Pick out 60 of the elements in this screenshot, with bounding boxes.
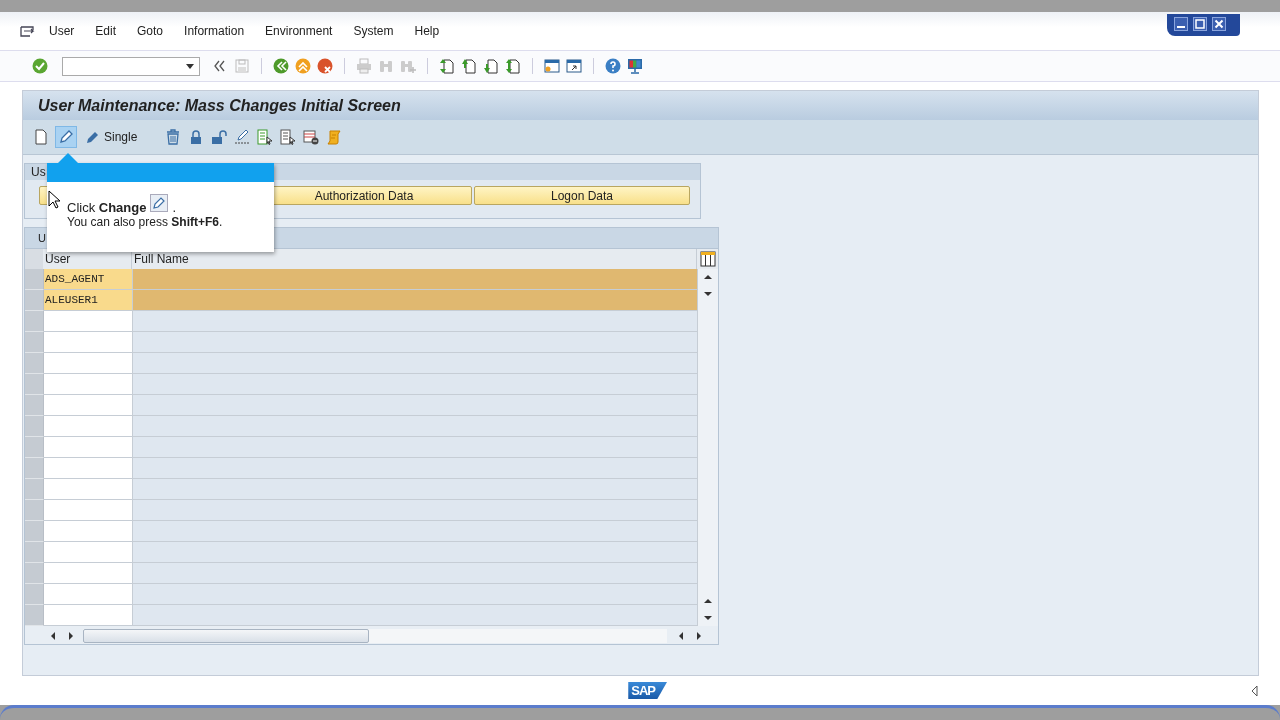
tab-button[interactable]: Logon Data [474, 186, 690, 205]
back-icon[interactable] [273, 58, 289, 74]
column-settings-icon[interactable] [700, 251, 716, 267]
new-document-icon[interactable] [33, 129, 49, 145]
edit-icon[interactable] [234, 129, 251, 145]
help-icon[interactable] [605, 58, 621, 74]
close-icon[interactable] [1212, 17, 1226, 31]
menu-item[interactable]: System [353, 24, 394, 38]
last-page-icon[interactable] [505, 58, 521, 74]
scroll-right-icon[interactable] [67, 631, 75, 641]
next-page-icon[interactable] [483, 58, 499, 74]
menu-item[interactable]: Help [414, 24, 440, 38]
list-cursor-icon[interactable] [257, 129, 274, 145]
logo: SAP [628, 682, 667, 699]
shortcut-window-icon[interactable] [566, 58, 582, 74]
menu-icon[interactable] [20, 24, 35, 38]
table-remove-icon[interactable] [303, 129, 320, 145]
pencil-icon [85, 129, 101, 145]
scrollbar-track[interactable] [83, 629, 667, 643]
monitor-icon[interactable] [627, 58, 643, 74]
tooltip-text: . [172, 200, 177, 215]
exit-icon[interactable] [295, 58, 311, 74]
scroll-down-icon[interactable] [703, 290, 713, 298]
scroll-right-icon[interactable] [695, 631, 703, 641]
screen-title: User Maintenance: Mass Changes Initial Screen [23, 91, 1258, 120]
table-cell: ALEUSER1 [44, 290, 133, 311]
change-button[interactable] [56, 127, 76, 147]
previous-page-icon[interactable] [461, 58, 477, 74]
scroll-icon[interactable] [326, 129, 343, 145]
first-page-icon[interactable] [439, 58, 455, 74]
scrollbar-track[interactable] [698, 269, 718, 626]
menu-item[interactable]: Goto [137, 24, 164, 38]
menu-item[interactable]: Information [184, 24, 245, 38]
menu-item[interactable]: Environment [265, 24, 333, 38]
tooltip-text: Click Change [67, 200, 147, 215]
scroll-left-icon[interactable] [49, 631, 57, 641]
new-window-icon[interactable] [544, 58, 560, 74]
cancel-icon[interactable] [317, 58, 333, 74]
header-corner [25, 249, 43, 269]
checkmark-icon[interactable] [32, 58, 48, 74]
menu-item[interactable]: Edit [95, 24, 117, 38]
maximize-icon[interactable] [1193, 17, 1207, 31]
scroll-left-icon[interactable] [677, 631, 685, 641]
menu-item[interactable]: User [49, 24, 75, 38]
table-cell: ADS_AGENT [44, 269, 133, 290]
single-button[interactable]: Single [83, 127, 140, 147]
scrollbar-thumb[interactable] [83, 629, 369, 643]
tooltip-text: You can also press Shift+F6. [66, 215, 224, 229]
document-cursor-icon[interactable] [280, 129, 297, 145]
unlock-icon[interactable] [211, 129, 228, 145]
scroll-down-icon[interactable] [703, 614, 713, 622]
scroll-up-icon[interactable] [703, 273, 713, 281]
minimize-icon[interactable] [1174, 17, 1188, 31]
status-toggle-icon[interactable] [1250, 684, 1259, 697]
pencil-icon [150, 194, 169, 212]
scroll-up-icon[interactable] [703, 597, 713, 605]
trash-icon[interactable] [165, 129, 182, 145]
command-field[interactable] [62, 56, 200, 76]
dropdown-caret-icon [185, 62, 195, 70]
pencil-icon [58, 129, 74, 145]
